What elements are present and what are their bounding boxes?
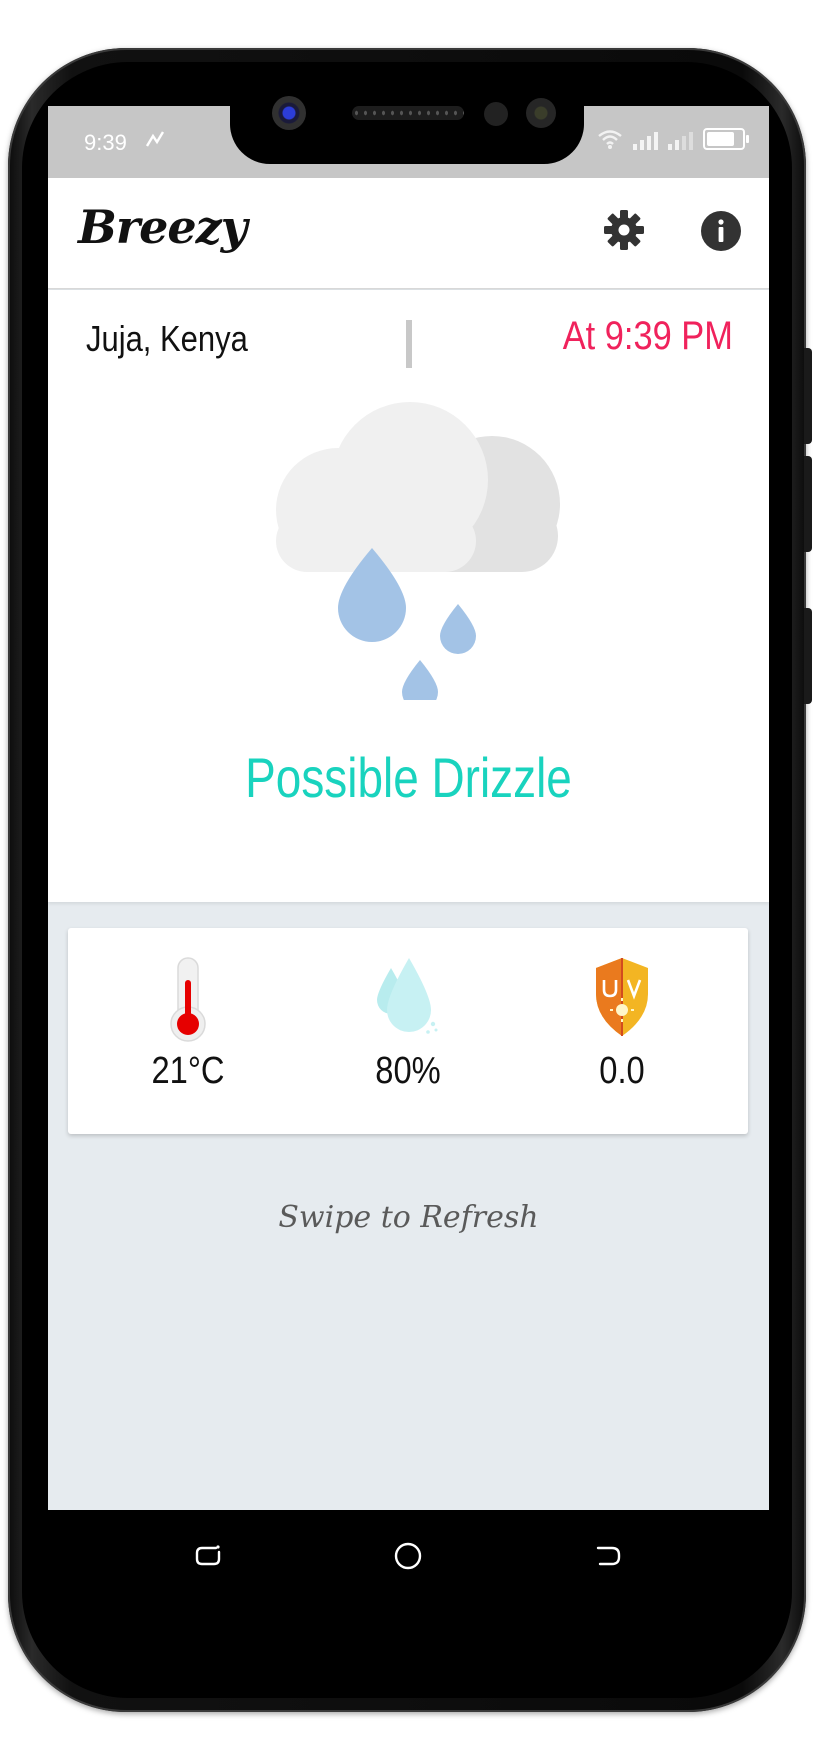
app-title: Breezy	[78, 200, 247, 254]
status-time: 9:39	[84, 130, 127, 155]
swipe-to-refresh-hint[interactable]: Swipe to Refresh	[48, 1200, 769, 1235]
light-sensor	[526, 98, 556, 128]
home-button-icon[interactable]	[392, 1540, 424, 1572]
temperature-stat: 21°C	[118, 956, 258, 1093]
water-drops-icon	[377, 958, 438, 1034]
app-screen: 9:39 Breezy Juja, Kenya At 9:39 PM Possi…	[48, 106, 769, 1510]
volume-down-button-hardware	[804, 456, 812, 552]
settings-gear-icon[interactable]	[602, 208, 646, 252]
battery-icon	[703, 128, 749, 150]
power-button-hardware	[804, 608, 812, 704]
status-icons	[597, 128, 749, 150]
wifi-icon	[598, 130, 622, 149]
proximity-sensor	[484, 102, 508, 126]
cloud-drizzle-icon	[276, 402, 560, 700]
thermometer-icon	[170, 957, 206, 1042]
location-name: Juja, Kenya	[86, 318, 248, 359]
info-icon[interactable]	[700, 210, 742, 252]
front-camera-icon	[272, 96, 306, 130]
weather-condition: Possible Drizzle	[245, 746, 572, 809]
notification-icon	[144, 128, 166, 156]
humidity-value: 80%	[375, 1050, 441, 1092]
uv-index-value: 0.0	[599, 1050, 645, 1092]
uv-index-stat: 0.0	[552, 956, 692, 1093]
volume-up-button-hardware	[804, 348, 812, 444]
app-bar: Breezy	[48, 178, 769, 289]
recent-apps-icon[interactable]	[192, 1540, 224, 1572]
temperature-value: 21°C	[151, 1050, 225, 1092]
updated-time: At 9:39 PM	[562, 314, 733, 358]
uv-shield-icon	[596, 958, 648, 1036]
signal-2-icon	[668, 128, 693, 150]
humidity-stat: 80%	[338, 956, 478, 1093]
stats-card: 21°C 80% 0.0	[68, 928, 748, 1134]
earpiece-speaker	[352, 106, 464, 120]
signal-icon	[633, 128, 658, 150]
header-divider	[406, 320, 412, 368]
back-button-icon[interactable]	[592, 1540, 624, 1572]
navigation-bar	[48, 1510, 769, 1600]
current-weather-card: Juja, Kenya At 9:39 PM Possible Drizzle	[48, 290, 769, 902]
